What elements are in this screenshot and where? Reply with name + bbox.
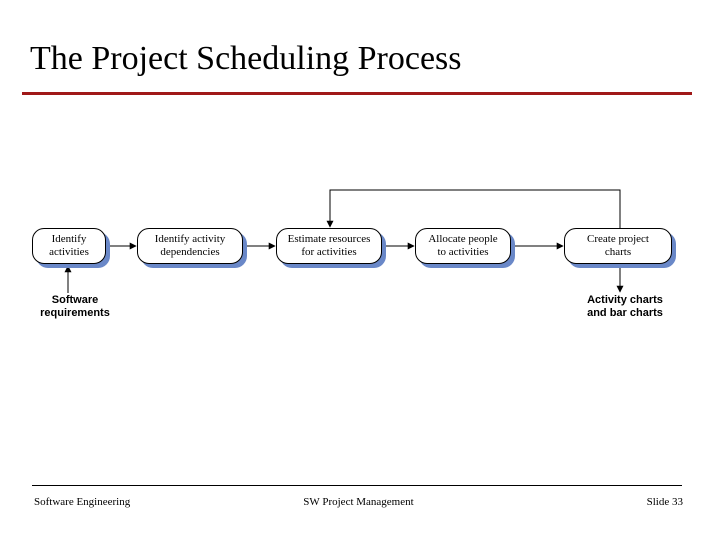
footer-center: SW Project Management bbox=[0, 496, 717, 508]
footer-slide-number: 33 bbox=[672, 496, 683, 508]
label-line: Activity charts bbox=[587, 294, 663, 306]
box-line: Allocate people bbox=[428, 233, 497, 246]
box-allocate-people: Allocate people to activities bbox=[415, 228, 511, 264]
box-identify-activities: Identify activities bbox=[32, 228, 106, 264]
label-line: and bar charts bbox=[587, 307, 663, 319]
box-line: Estimate resources bbox=[288, 233, 371, 246]
box-estimate-resources: Estimate resources for activities bbox=[276, 228, 382, 264]
label-line: Software bbox=[52, 294, 98, 306]
box-line: dependencies bbox=[160, 246, 219, 259]
footer-right: Slide 33 bbox=[647, 496, 683, 508]
box-line: Create project bbox=[587, 233, 649, 246]
process-diagram: Identify activities Identify activity de… bbox=[20, 180, 696, 340]
label-activity-charts: Activity charts and bar charts bbox=[575, 294, 675, 319]
box-identify-dependencies: Identify activity dependencies bbox=[137, 228, 243, 264]
box-create-charts: Create project charts bbox=[564, 228, 672, 264]
box-line: charts bbox=[605, 246, 631, 259]
label-software-requirements: Software requirements bbox=[34, 294, 116, 319]
box-line: for activities bbox=[301, 246, 356, 259]
label-line: requirements bbox=[40, 307, 110, 319]
footer-slide-prefix: Slide bbox=[647, 496, 672, 508]
slide: The Project Scheduling Process Identify bbox=[0, 0, 717, 538]
footer-divider bbox=[32, 485, 682, 486]
page-title: The Project Scheduling Process bbox=[30, 40, 462, 78]
title-divider bbox=[22, 92, 692, 95]
box-line: to activities bbox=[437, 246, 488, 259]
box-line: Identify activity bbox=[155, 233, 226, 246]
box-line: Identify bbox=[52, 233, 87, 246]
box-line: activities bbox=[49, 246, 89, 259]
